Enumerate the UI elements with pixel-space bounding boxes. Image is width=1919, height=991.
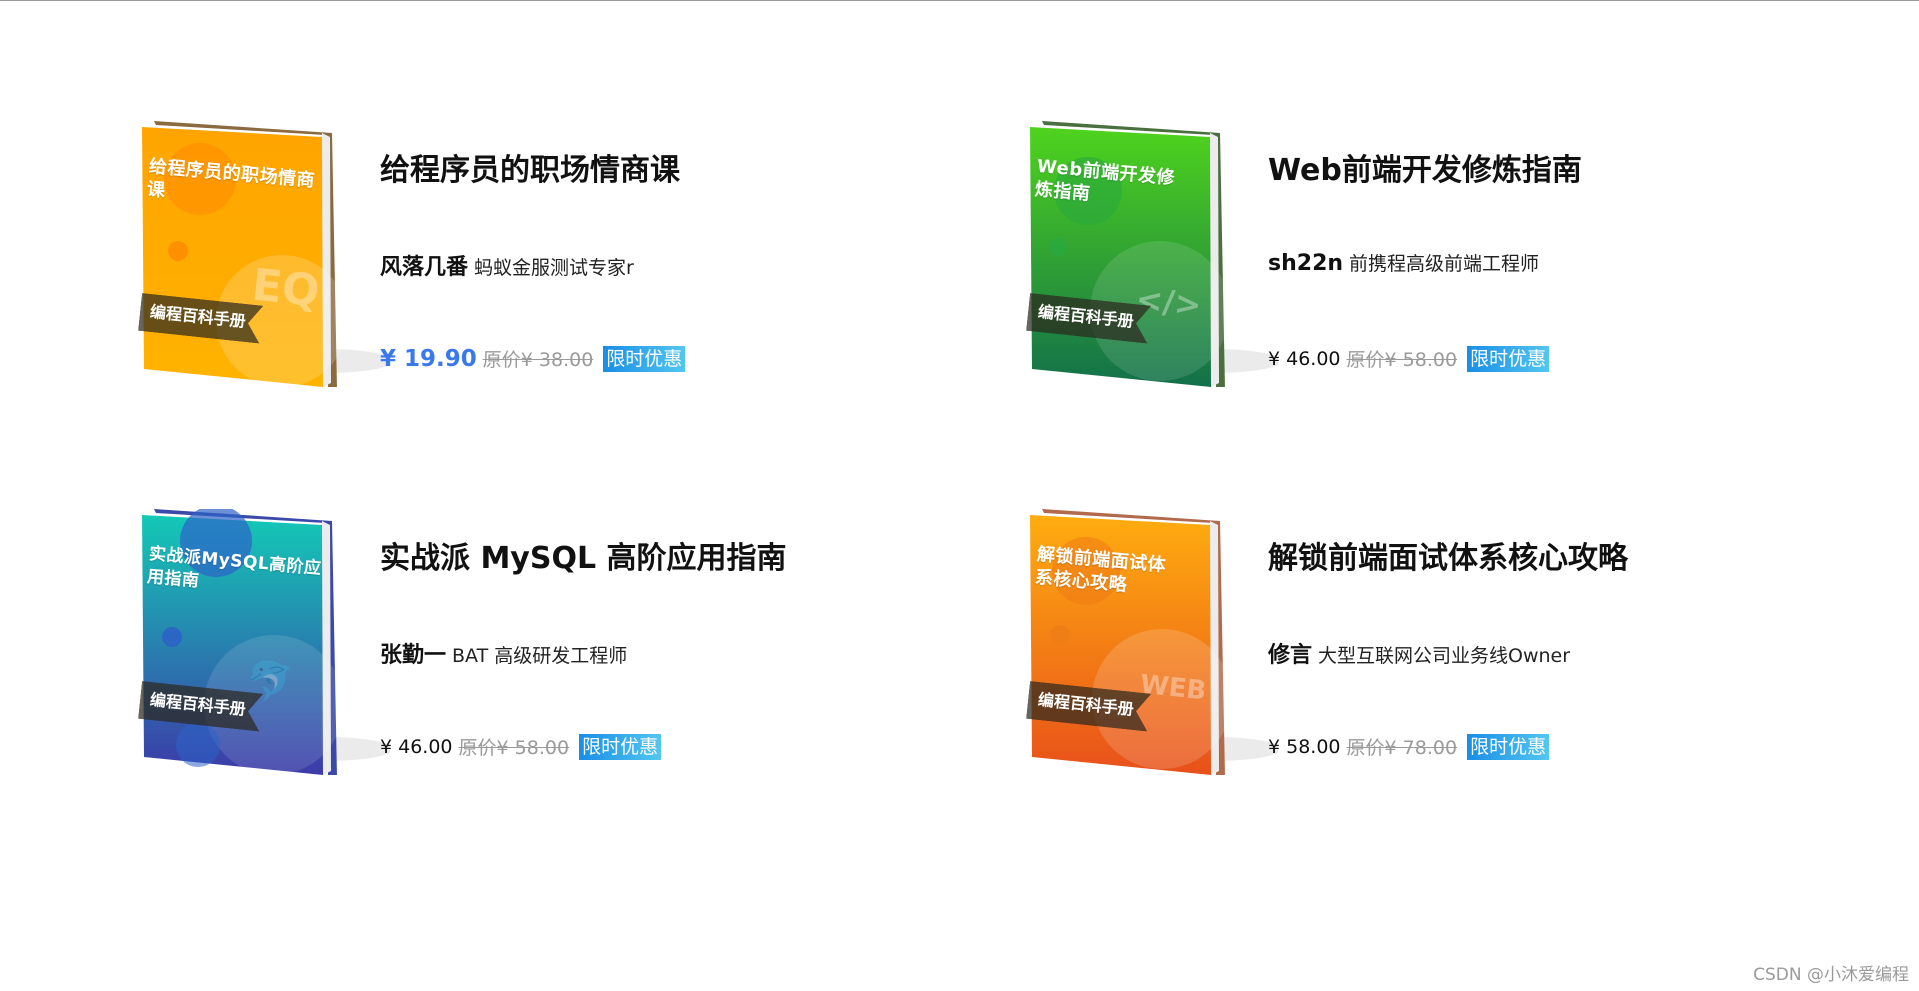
author-name: 张勤一 <box>380 643 447 668</box>
author-line: sh22n 前携程高级前端工程师 <box>1268 249 1539 276</box>
book-grid: 给程序员的职场情商课 EQ 编程百科手册 给程序员的职场情商课 风落几番 蚂蚁金服… <box>142 121 1862 801</box>
book-cover[interactable]: Web前端开发修炼指南 </> 编程百科手册 <box>1030 121 1278 387</box>
original-price: 原价¥ 58.00 <box>458 737 570 759</box>
author-description: 蚂蚁金服测试专家r <box>474 257 634 279</box>
current-price: ¥ 19.90 <box>380 345 477 372</box>
current-price: ¥ 58.00 <box>1268 735 1341 758</box>
cover-ribbon-text: 编程百科手册 <box>149 690 247 719</box>
book-card[interactable]: 解锁前端面试体系核心攻略 WEB 编程百科手册 解锁前端面试体系核心攻略 修言大… <box>1030 509 1862 777</box>
book-cover[interactable]: 解锁前端面试体系核心攻略 WEB 编程百科手册 <box>1030 509 1278 775</box>
author-line: 风落几番 蚂蚁金服测试专家r <box>380 249 634 281</box>
author-description: 大型互联网公司业务线Owner <box>1318 645 1571 667</box>
cover-ribbon-text: 编程百科手册 <box>1037 690 1135 719</box>
cover-deco-mark: </> <box>1134 279 1204 325</box>
book-title[interactable]: 解锁前端面试体系核心攻略 <box>1268 539 1628 579</box>
book-title[interactable]: 给程序员的职场情商课 <box>380 151 680 191</box>
author-name: 风落几番 <box>380 255 469 280</box>
book-info: 实战派 MySQL 高阶应用指南 张勤一 BAT 高级研发工程师 ¥ 46.00 … <box>380 509 940 777</box>
book-title[interactable]: Web前端开发修炼指南 <box>1268 151 1582 191</box>
original-price: 原价¥ 58.00 <box>1346 349 1458 371</box>
price-line: ¥ 58.00 原价¥ 78.00 限时优惠 <box>1268 733 1550 760</box>
author-line: 修言 大型互联网公司业务线Owner <box>1268 637 1570 669</box>
author-name: 修言 <box>1268 643 1313 668</box>
limited-offer-badge: 限时优惠 <box>1467 733 1550 760</box>
current-price: ¥ 46.00 <box>1268 347 1341 370</box>
book-cover[interactable]: 实战派MySQL高阶应用指南 🐬 编程百科手册 <box>142 509 390 775</box>
limited-offer-badge: 限时优惠 <box>603 345 686 372</box>
book-card[interactable]: 实战派MySQL高阶应用指南 🐬 编程百科手册 实战派 MySQL 高阶应用指南… <box>142 509 1030 777</box>
original-price: 原价¥ 78.00 <box>1346 737 1458 759</box>
book-info: 给程序员的职场情商课 风落几番 蚂蚁金服测试专家r ¥ 19.90 原价¥ 38.… <box>380 121 940 389</box>
book-card[interactable]: 给程序员的职场情商课 EQ 编程百科手册 给程序员的职场情商课 风落几番 蚂蚁金服… <box>142 121 1030 389</box>
book-info: Web前端开发修炼指南 sh22n 前携程高级前端工程师 ¥ 46.00 原价¥ … <box>1268 121 1828 389</box>
author-description: 前携程高级前端工程师 <box>1349 253 1540 275</box>
original-price: 原价¥ 38.00 <box>482 349 594 371</box>
book-cover[interactable]: 给程序员的职场情商课 EQ 编程百科手册 <box>142 121 390 387</box>
book-title[interactable]: 实战派 MySQL 高阶应用指南 <box>380 539 787 579</box>
author-description: BAT 高级研发工程师 <box>452 645 628 667</box>
book-card[interactable]: Web前端开发修炼指南 </> 编程百科手册 Web前端开发修炼指南 sh22n… <box>1030 121 1862 389</box>
current-price: ¥ 46.00 <box>380 735 453 758</box>
price-line: ¥ 46.00 原价¥ 58.00 限时优惠 <box>380 733 662 760</box>
cover-ribbon-text: 编程百科手册 <box>149 302 247 331</box>
page: 给程序员的职场情商课 EQ 编程百科手册 给程序员的职场情商课 风落几番 蚂蚁金服… <box>0 0 1919 991</box>
cover-ribbon-text: 编程百科手册 <box>1037 302 1135 331</box>
price-line: ¥ 19.90 原价¥ 38.00 限时优惠 <box>380 345 686 372</box>
book-info: 解锁前端面试体系核心攻略 修言 大型互联网公司业务线Owner ¥ 58.00 原… <box>1268 509 1828 777</box>
author-line: 张勤一 BAT 高级研发工程师 <box>380 637 627 669</box>
watermark-text: CSDN @小沐爱编程 <box>1753 965 1909 985</box>
limited-offer-badge: 限时优惠 <box>1467 345 1550 372</box>
price-line: ¥ 46.00 原价¥ 58.00 限时优惠 <box>1268 345 1550 372</box>
author-name: sh22n <box>1268 251 1344 276</box>
limited-offer-badge: 限时优惠 <box>579 733 662 760</box>
